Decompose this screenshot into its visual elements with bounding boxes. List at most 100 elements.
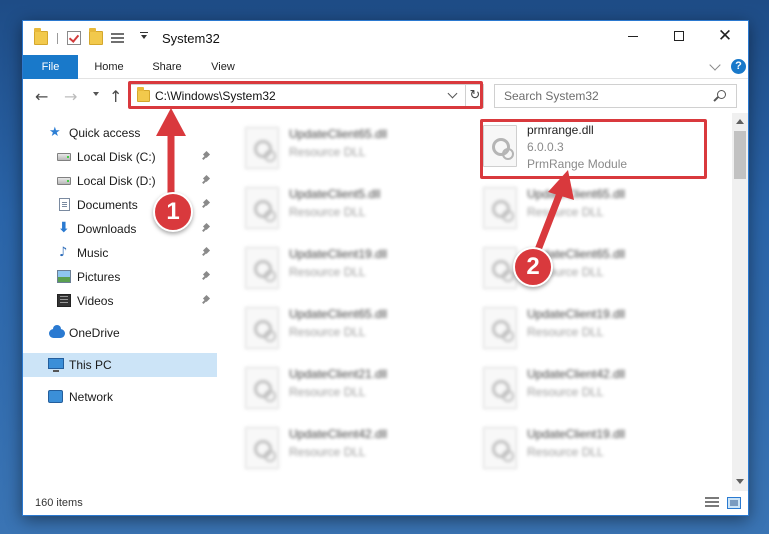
help-icon[interactable]: ? (731, 59, 746, 74)
expand-ribbon-chevron-icon[interactable] (709, 59, 721, 71)
file-name: UpdateClient5.dll (289, 187, 381, 201)
sidebar-item-local-disk-c[interactable]: Local Disk (C:) (23, 145, 217, 169)
file-item[interactable]: UpdateClient65.dll Resource DLL (241, 301, 471, 357)
pin-icon[interactable] (203, 224, 211, 232)
back-arrow-icon[interactable]: ← (35, 87, 48, 106)
large-icons-view-icon[interactable] (727, 497, 741, 509)
file-item-prmrange[interactable]: prmrange.dll 6.0.0.3 PrmRange Module (479, 119, 709, 175)
tab-view[interactable]: View (197, 55, 249, 79)
hard-disk-icon (57, 153, 71, 161)
pin-icon[interactable] (203, 200, 211, 208)
sidebar-item-label: Documents (77, 198, 138, 212)
file-type: Resource DLL (289, 145, 366, 159)
file-item[interactable]: UpdateClient19.dll Resource DLL (479, 421, 709, 477)
step-2-badge: 2 (513, 247, 553, 287)
tab-home[interactable]: Home (83, 55, 135, 79)
up-arrow-icon[interactable]: ↑ (109, 87, 122, 106)
scroll-thumb[interactable] (734, 131, 746, 179)
maximize-button[interactable] (656, 21, 702, 51)
address-dropdown-icon[interactable] (447, 88, 458, 99)
title-bar: System32 ✕ (23, 21, 748, 55)
dll-file-icon (483, 307, 517, 349)
sidebar-item-local-disk-d[interactable]: Local Disk (D:) (23, 169, 217, 193)
sidebar-item-quick-access[interactable]: ★ Quick access (23, 121, 217, 145)
pin-icon[interactable] (203, 176, 211, 184)
navigation-bar: ← → ↑ C:\Windows\System32 ↻ Search Syste… (23, 79, 748, 113)
file-name: UpdateClient65.dll (289, 307, 388, 321)
search-placeholder[interactable]: Search System32 (504, 89, 599, 103)
scroll-up-icon[interactable] (736, 119, 744, 124)
sidebar-item-label: Music (77, 246, 109, 260)
file-item[interactable]: UpdateClient21.dll Resource DLL (241, 361, 471, 417)
dll-file-icon (483, 125, 517, 167)
file-type: Resource DLL (527, 325, 604, 339)
file-name: UpdateClient19.dll (289, 247, 388, 261)
address-bar[interactable]: C:\Windows\System32 ↻ (130, 84, 484, 108)
pin-icon[interactable] (203, 152, 211, 160)
customize-toolbar-icon[interactable] (111, 32, 124, 44)
network-icon (48, 390, 63, 403)
sidebar-item-label: OneDrive (69, 326, 120, 340)
sidebar-item-music[interactable]: ♪ Music (23, 241, 217, 265)
navigation-pane: ★ Quick access Local Disk (C:) Local Dis… (23, 113, 217, 491)
pin-icon[interactable] (203, 248, 211, 256)
minimize-icon (628, 35, 638, 37)
file-type: Resource DLL (289, 265, 366, 279)
tab-file[interactable]: File (23, 55, 78, 79)
dll-file-icon (245, 367, 279, 409)
address-path[interactable]: C:\Windows\System32 (155, 89, 276, 103)
details-view-icon[interactable] (705, 497, 719, 509)
file-item[interactable]: UpdateClient42.dll Resource DLL (479, 361, 709, 417)
file-type: Resource DLL (527, 385, 604, 399)
sidebar-item-label: This PC (69, 358, 112, 372)
vertical-scrollbar[interactable] (732, 113, 748, 491)
file-type: Resource DLL (289, 205, 366, 219)
new-folder-icon[interactable] (89, 28, 103, 45)
properties-check-icon[interactable] (67, 31, 81, 45)
file-name: UpdateClient42.dll (527, 367, 626, 381)
file-type: PrmRange Module (527, 157, 628, 171)
file-name: UpdateClient42.dll (289, 427, 388, 441)
item-count: 160 items (35, 497, 83, 509)
file-item[interactable]: UpdateClient19.dll Resource DLL (241, 241, 471, 297)
dll-file-icon (483, 427, 517, 469)
sidebar-item-label: Local Disk (C:) (77, 150, 156, 164)
file-item[interactable]: UpdateClient42.dll Resource DLL (241, 421, 471, 477)
forward-arrow-icon[interactable]: → (64, 87, 77, 106)
file-name: UpdateClient65.dll (289, 127, 388, 141)
sidebar-item-videos[interactable]: Videos (23, 289, 217, 313)
cloud-icon (49, 325, 65, 338)
close-button[interactable]: ✕ (702, 21, 748, 51)
pictures-icon (57, 270, 71, 283)
maximize-icon (674, 31, 684, 41)
file-type: Resource DLL (289, 385, 366, 399)
dll-file-icon (245, 307, 279, 349)
ribbon: File Home Share View ? (23, 55, 748, 79)
scroll-down-icon[interactable] (736, 479, 744, 484)
sidebar-item-pictures[interactable]: Pictures (23, 265, 217, 289)
window-title: System32 (162, 31, 220, 46)
file-item[interactable]: UpdateClient5.dll Resource DLL (241, 181, 471, 237)
download-arrow-icon: ⬇ (58, 220, 70, 236)
pin-icon[interactable] (203, 296, 211, 304)
pin-icon[interactable] (203, 272, 211, 280)
dll-file-icon (245, 427, 279, 469)
minimize-button[interactable] (610, 21, 656, 51)
sidebar-item-onedrive[interactable]: OneDrive (23, 321, 217, 345)
search-box[interactable]: Search System32 (494, 84, 737, 108)
tab-share[interactable]: Share (141, 55, 193, 79)
sidebar-item-this-pc[interactable]: This PC (23, 353, 217, 377)
qa-dropdown-icon[interactable] (141, 35, 147, 39)
file-type: Resource DLL (289, 445, 366, 459)
hard-disk-icon (57, 177, 71, 185)
dll-file-icon (483, 367, 517, 409)
folder-icon (34, 28, 48, 45)
file-item[interactable]: UpdateClient19.dll Resource DLL (479, 301, 709, 357)
file-item[interactable]: UpdateClient65.dll Resource DLL (479, 181, 709, 237)
refresh-icon[interactable]: ↻ (465, 85, 484, 107)
file-name: UpdateClient19.dll (527, 307, 626, 321)
sidebar-item-network[interactable]: Network (23, 385, 217, 409)
file-item[interactable]: UpdateClient65.dll Resource DLL (241, 121, 471, 177)
recent-locations-icon[interactable] (93, 92, 99, 96)
search-icon[interactable] (717, 90, 726, 99)
